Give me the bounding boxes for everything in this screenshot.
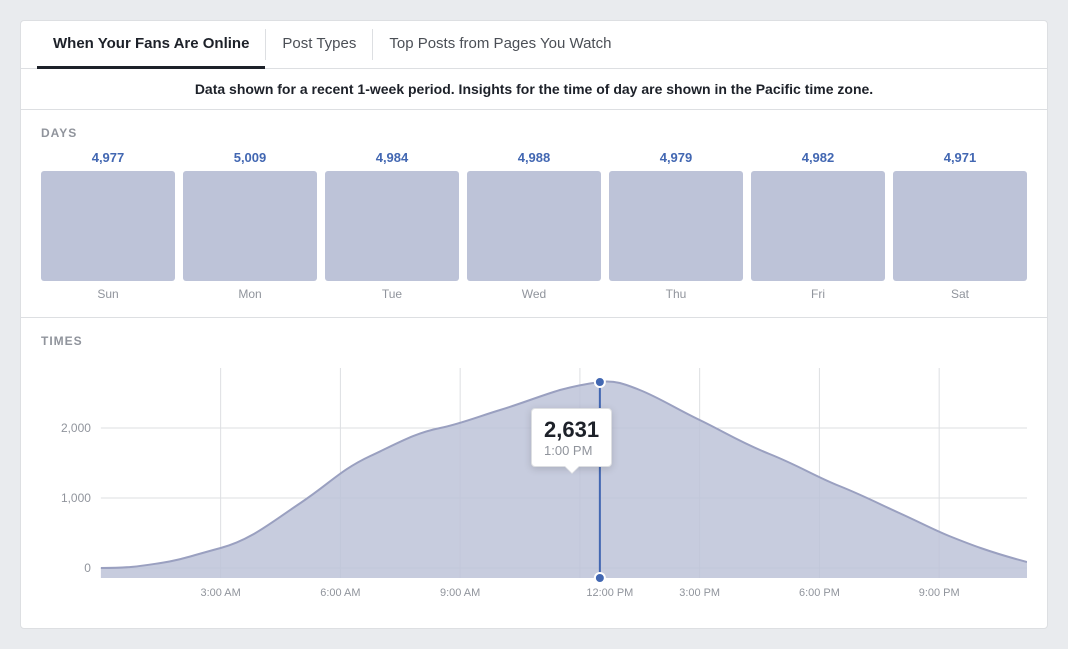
svg-text:3:00 AM: 3:00 AM bbox=[201, 587, 241, 599]
day-col-wed: 4,988 Wed bbox=[467, 150, 601, 301]
day-value: 4,982 bbox=[802, 150, 835, 165]
day-bar bbox=[893, 171, 1027, 281]
svg-text:9:00 AM: 9:00 AM bbox=[440, 587, 480, 599]
times-section-label: TIMES bbox=[41, 334, 1027, 348]
day-label: Fri bbox=[811, 287, 825, 301]
day-value: 4,988 bbox=[518, 150, 551, 165]
day-label: Wed bbox=[522, 287, 546, 301]
day-col-sat: 4,971 Sat bbox=[893, 150, 1027, 301]
day-value: 4,979 bbox=[660, 150, 693, 165]
day-label: Sat bbox=[951, 287, 969, 301]
info-bar: Data shown for a recent 1-week period. I… bbox=[21, 69, 1047, 110]
insights-card: When Your Fans Are Online Post Types Top… bbox=[20, 20, 1048, 629]
day-bar bbox=[325, 171, 459, 281]
times-chart-area: 0 1,000 2,000 bbox=[41, 358, 1027, 618]
day-value: 4,984 bbox=[376, 150, 409, 165]
svg-text:6:00 AM: 6:00 AM bbox=[320, 587, 360, 599]
day-value: 4,971 bbox=[944, 150, 977, 165]
times-section: TIMES 0 1,000 2,000 bbox=[21, 317, 1047, 628]
day-bar bbox=[609, 171, 743, 281]
day-bar bbox=[41, 171, 175, 281]
svg-text:0: 0 bbox=[84, 561, 91, 575]
tab-top-posts[interactable]: Top Posts from Pages You Watch bbox=[373, 21, 627, 69]
svg-text:9:00 PM: 9:00 PM bbox=[919, 587, 960, 599]
days-section: DAYS 4,977Sun5,009Mon4,984Tue4,988Wed4,9… bbox=[21, 110, 1047, 317]
tab-when-fans-online[interactable]: When Your Fans Are Online bbox=[37, 21, 265, 69]
svg-text:2,000: 2,000 bbox=[61, 421, 91, 435]
day-value: 4,977 bbox=[92, 150, 125, 165]
day-col-sun: 4,977 Sun bbox=[41, 150, 175, 301]
tab-post-types[interactable]: Post Types bbox=[266, 21, 372, 69]
day-label: Thu bbox=[666, 287, 687, 301]
day-label: Mon bbox=[238, 287, 261, 301]
days-grid: 4,977 Sun 5,009 Mon 4,984 Tue 4,988 Wed 4,979 Thu… bbox=[41, 150, 1027, 301]
svg-text:12:00 PM: 12:00 PM bbox=[586, 587, 633, 599]
svg-text:6:00 PM: 6:00 PM bbox=[799, 587, 840, 599]
day-bar bbox=[751, 171, 885, 281]
svg-text:1,000: 1,000 bbox=[61, 491, 91, 505]
day-value: 5,009 bbox=[234, 150, 267, 165]
day-bar bbox=[183, 171, 317, 281]
tabs-bar: When Your Fans Are Online Post Types Top… bbox=[21, 21, 1047, 69]
day-col-mon: 5,009 Mon bbox=[183, 150, 317, 301]
day-label: Sun bbox=[97, 287, 118, 301]
days-section-label: DAYS bbox=[41, 126, 1027, 140]
day-bar bbox=[467, 171, 601, 281]
day-col-fri: 4,982 Fri bbox=[751, 150, 885, 301]
day-label: Tue bbox=[382, 287, 402, 301]
times-chart-svg: 0 1,000 2,000 bbox=[41, 358, 1027, 618]
day-col-thu: 4,979 Thu bbox=[609, 150, 743, 301]
svg-text:3:00 PM: 3:00 PM bbox=[679, 587, 720, 599]
day-col-tue: 4,984 Tue bbox=[325, 150, 459, 301]
